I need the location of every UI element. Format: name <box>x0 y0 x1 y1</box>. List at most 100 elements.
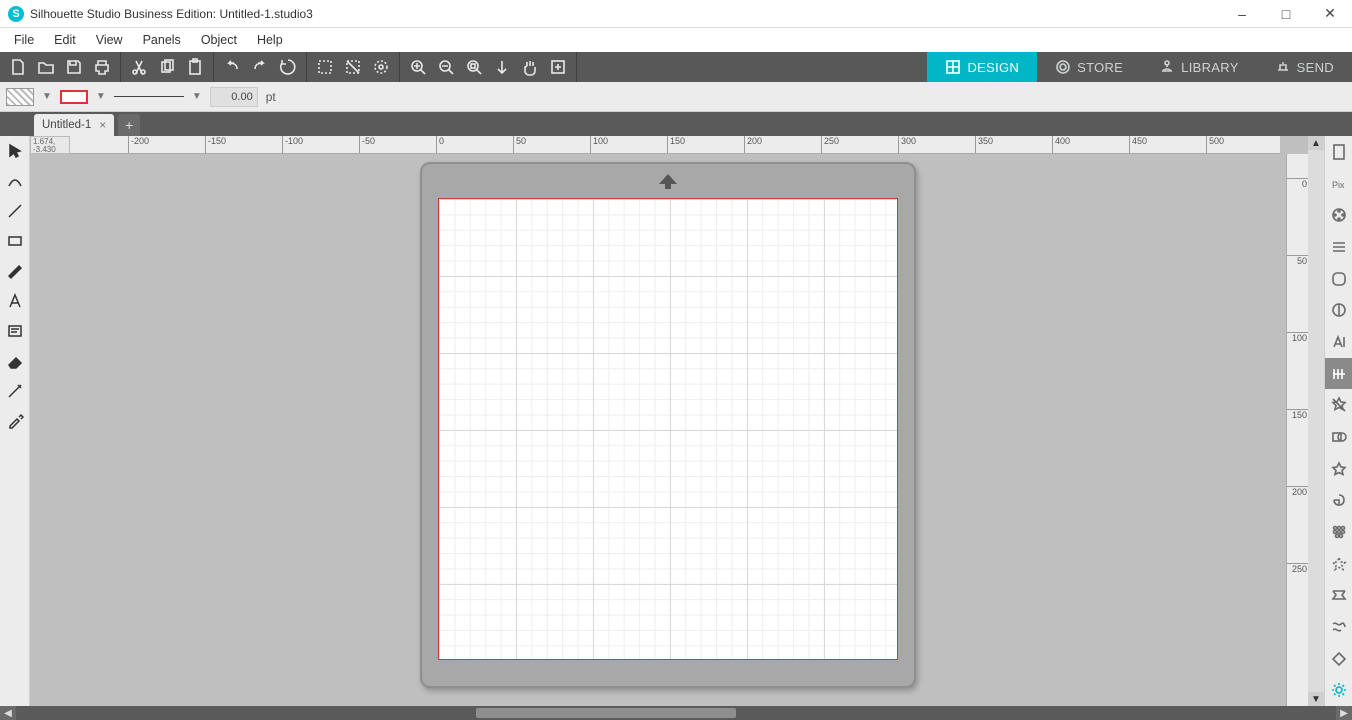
pixscan-icon[interactable]: Pix <box>1325 168 1352 200</box>
tab-library[interactable]: LIBRARY <box>1141 52 1257 82</box>
deselect-button[interactable] <box>339 53 367 81</box>
copy-button[interactable] <box>153 53 181 81</box>
scroll-down-button[interactable]: ▼ <box>1308 692 1324 706</box>
sketch-icon[interactable] <box>1325 548 1352 580</box>
tab-store[interactable]: STORE <box>1037 52 1141 82</box>
preferences-icon[interactable] <box>1325 674 1352 706</box>
cutting-mat <box>420 162 916 688</box>
horizontal-ruler: -200-150-100-500501001502002503003504004… <box>70 136 1280 154</box>
menu-view[interactable]: View <box>86 31 133 49</box>
trace-icon[interactable] <box>1325 294 1352 326</box>
document-tab-close-icon[interactable]: × <box>99 118 106 132</box>
tab-send[interactable]: SEND <box>1257 52 1352 82</box>
zoom-selection-button[interactable] <box>460 53 488 81</box>
zoom-out-button[interactable] <box>432 53 460 81</box>
document-tab[interactable]: Untitled-1 × <box>34 114 114 136</box>
fit-page-button[interactable] <box>488 53 516 81</box>
line-style-preview[interactable] <box>114 96 184 97</box>
menu-panels[interactable]: Panels <box>133 31 191 49</box>
new-document-tab-button[interactable]: + <box>118 114 140 136</box>
open-file-button[interactable] <box>32 53 60 81</box>
new-file-button[interactable] <box>4 53 32 81</box>
menu-object[interactable]: Object <box>191 31 247 49</box>
line-color-dropdown-icon[interactable]: ▼ <box>96 91 106 102</box>
close-button[interactable]: ✕ <box>1308 0 1352 28</box>
zoom-drag-button[interactable] <box>544 53 572 81</box>
design-media[interactable] <box>438 198 898 660</box>
maximize-button[interactable]: □ <box>1264 0 1308 28</box>
minimize-button[interactable]: – <box>1220 0 1264 28</box>
modify-icon[interactable] <box>1325 421 1352 453</box>
emboss-icon[interactable] <box>1325 611 1352 643</box>
knife-tool[interactable] <box>0 376 30 406</box>
tab-design-label: DESIGN <box>967 60 1019 75</box>
menu-file[interactable]: File <box>4 31 44 49</box>
hscroll-track[interactable] <box>16 706 1336 720</box>
menu-edit[interactable]: Edit <box>44 31 86 49</box>
fill-color-icon[interactable] <box>1325 199 1352 231</box>
warp-icon[interactable] <box>1325 263 1352 295</box>
freehand-tool[interactable] <box>0 256 30 286</box>
tab-store-label: STORE <box>1077 60 1123 75</box>
scroll-up-button[interactable]: ▲ <box>1308 136 1324 150</box>
pan-button[interactable] <box>516 53 544 81</box>
offset-icon[interactable] <box>1325 453 1352 485</box>
zoom-in-button[interactable] <box>404 53 432 81</box>
ruler-v-tick: 200 <box>1287 486 1309 497</box>
redo-button[interactable] <box>246 53 274 81</box>
hscroll-thumb[interactable] <box>476 708 736 718</box>
select-tool[interactable] <box>0 136 30 166</box>
ruler-h-tick: 50 <box>513 136 526 154</box>
fill-swatch[interactable] <box>6 88 34 106</box>
print-button[interactable] <box>88 53 116 81</box>
scroll-right-button[interactable]: ▶ <box>1336 706 1352 720</box>
scroll-left-button[interactable]: ◀ <box>0 706 16 720</box>
undo-button[interactable] <box>218 53 246 81</box>
left-tool-palette <box>0 136 30 706</box>
menu-bar: File Edit View Panels Object Help <box>0 28 1352 52</box>
horizontal-scrollbar[interactable]: ◀ ▶ <box>0 706 1352 720</box>
ruler-h-tick: 100 <box>590 136 608 154</box>
menu-help[interactable]: Help <box>247 31 293 49</box>
draw-note-tool[interactable] <box>0 316 30 346</box>
canvas-viewport[interactable] <box>30 154 1280 706</box>
line-weight-input[interactable] <box>210 87 258 107</box>
line-style-icon[interactable] <box>1325 231 1352 263</box>
main-toolbar: DESIGN STORE LIBRARY SEND <box>0 52 1352 82</box>
fill-dropdown-icon[interactable]: ▼ <box>42 91 52 102</box>
work-area: 1.674, -3.430 -200-150-100-5005010015020… <box>0 136 1352 706</box>
group-select-button[interactable] <box>367 53 395 81</box>
line-style-dropdown-icon[interactable]: ▼ <box>192 91 202 102</box>
eyedropper-tool[interactable] <box>0 406 30 436</box>
align-icon[interactable] <box>1325 358 1352 390</box>
ruler-h-tick: -100 <box>282 136 303 154</box>
stipple-icon[interactable] <box>1325 579 1352 611</box>
rhinestone-icon[interactable] <box>1325 516 1352 548</box>
recycle-button[interactable] <box>274 53 302 81</box>
paste-button[interactable] <box>181 53 209 81</box>
text-style-icon[interactable] <box>1325 326 1352 358</box>
rectangle-tool[interactable] <box>0 226 30 256</box>
vertical-scrollbar[interactable]: ▲ ▼ <box>1308 136 1324 706</box>
right-panel-strip: Pix <box>1324 136 1352 706</box>
edit-points-tool[interactable] <box>0 166 30 196</box>
eraser-tool[interactable] <box>0 346 30 376</box>
save-button[interactable] <box>60 53 88 81</box>
window-title: Silhouette Studio Business Edition: Unti… <box>30 7 313 21</box>
page-setup-icon[interactable] <box>1325 136 1352 168</box>
cut-button[interactable] <box>125 53 153 81</box>
title-bar: S Silhouette Studio Business Edition: Un… <box>0 0 1352 28</box>
ruler-v-tick: 50 <box>1287 255 1309 266</box>
barcode-icon[interactable] <box>1325 643 1352 675</box>
nesting-icon[interactable] <box>1325 484 1352 516</box>
ruler-h-tick: 150 <box>667 136 685 154</box>
tab-design[interactable]: DESIGN <box>927 52 1037 82</box>
ruler-origin-readout: 1.674, -3.430 <box>30 136 70 154</box>
line-tool[interactable] <box>0 196 30 226</box>
replicate-icon[interactable] <box>1325 389 1352 421</box>
ruler-h-tick: 300 <box>898 136 916 154</box>
text-tool[interactable] <box>0 286 30 316</box>
ruler-h-tick: 450 <box>1129 136 1147 154</box>
select-all-button[interactable] <box>311 53 339 81</box>
line-color-swatch[interactable] <box>60 90 88 104</box>
